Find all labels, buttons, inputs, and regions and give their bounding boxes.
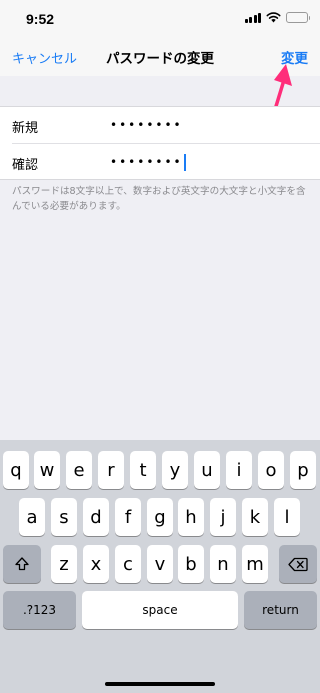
shift-icon bbox=[15, 557, 29, 571]
confirm-password-value: •••••••• bbox=[110, 155, 183, 169]
signal-icon bbox=[244, 12, 261, 23]
new-password-label: 新規 bbox=[12, 121, 39, 136]
battery-icon bbox=[286, 12, 310, 23]
key-l[interactable]: l bbox=[274, 498, 300, 536]
key-a[interactable]: a bbox=[19, 498, 45, 536]
key-z[interactable]: z bbox=[51, 545, 77, 583]
keyboard: q w e r t y u i o p a s d f g h j k l z … bbox=[0, 440, 320, 693]
confirm-password-label: 確認 bbox=[12, 158, 39, 173]
key-d[interactable]: d bbox=[83, 498, 109, 536]
confirm-password-field[interactable]: •••••••• bbox=[110, 152, 300, 172]
key-j[interactable]: j bbox=[210, 498, 236, 536]
key-q[interactable]: q bbox=[3, 451, 29, 489]
password-hint: パスワードは8文字以上で、数字および英文字の大文字と小文字を含んでいる必要があり… bbox=[12, 186, 306, 212]
key-u[interactable]: u bbox=[194, 451, 220, 489]
key-h[interactable]: h bbox=[178, 498, 204, 536]
status-bar: 9:52 bbox=[0, 0, 320, 38]
key-o[interactable]: o bbox=[258, 451, 284, 489]
delete-icon bbox=[288, 557, 308, 571]
new-password-value: •••••••• bbox=[110, 118, 183, 132]
home-indicator bbox=[105, 682, 215, 686]
key-c[interactable]: c bbox=[115, 545, 141, 583]
new-password-field[interactable]: •••••••• bbox=[110, 115, 300, 135]
key-i[interactable]: i bbox=[226, 451, 252, 489]
return-key[interactable]: return bbox=[244, 591, 317, 629]
key-b[interactable]: b bbox=[178, 545, 204, 583]
key-k[interactable]: k bbox=[242, 498, 268, 536]
space-key[interactable]: space bbox=[82, 591, 238, 629]
key-w[interactable]: w bbox=[34, 451, 60, 489]
key-s[interactable]: s bbox=[51, 498, 77, 536]
key-g[interactable]: g bbox=[147, 498, 173, 536]
key-e[interactable]: e bbox=[66, 451, 92, 489]
status-time: 9:52 bbox=[26, 11, 55, 27]
text-cursor bbox=[183, 153, 186, 171]
delete-key[interactable] bbox=[279, 545, 317, 583]
password-form: 新規 •••••••• 確認 •••••••• bbox=[0, 106, 320, 180]
key-r[interactable]: r bbox=[98, 451, 124, 489]
key-t[interactable]: t bbox=[130, 451, 156, 489]
key-p[interactable]: p bbox=[290, 451, 316, 489]
key-y[interactable]: y bbox=[162, 451, 188, 489]
status-icons bbox=[244, 12, 310, 23]
shift-key[interactable] bbox=[3, 545, 41, 583]
wifi-icon bbox=[266, 12, 281, 23]
key-x[interactable]: x bbox=[83, 545, 109, 583]
key-v[interactable]: v bbox=[147, 545, 173, 583]
new-password-row[interactable]: 新規 •••••••• bbox=[0, 107, 320, 143]
key-m[interactable]: m bbox=[242, 545, 268, 583]
key-n[interactable]: n bbox=[210, 545, 236, 583]
confirm-password-row[interactable]: 確認 •••••••• bbox=[12, 143, 320, 179]
numbers-key[interactable]: .?123 bbox=[3, 591, 76, 629]
key-f[interactable]: f bbox=[115, 498, 141, 536]
